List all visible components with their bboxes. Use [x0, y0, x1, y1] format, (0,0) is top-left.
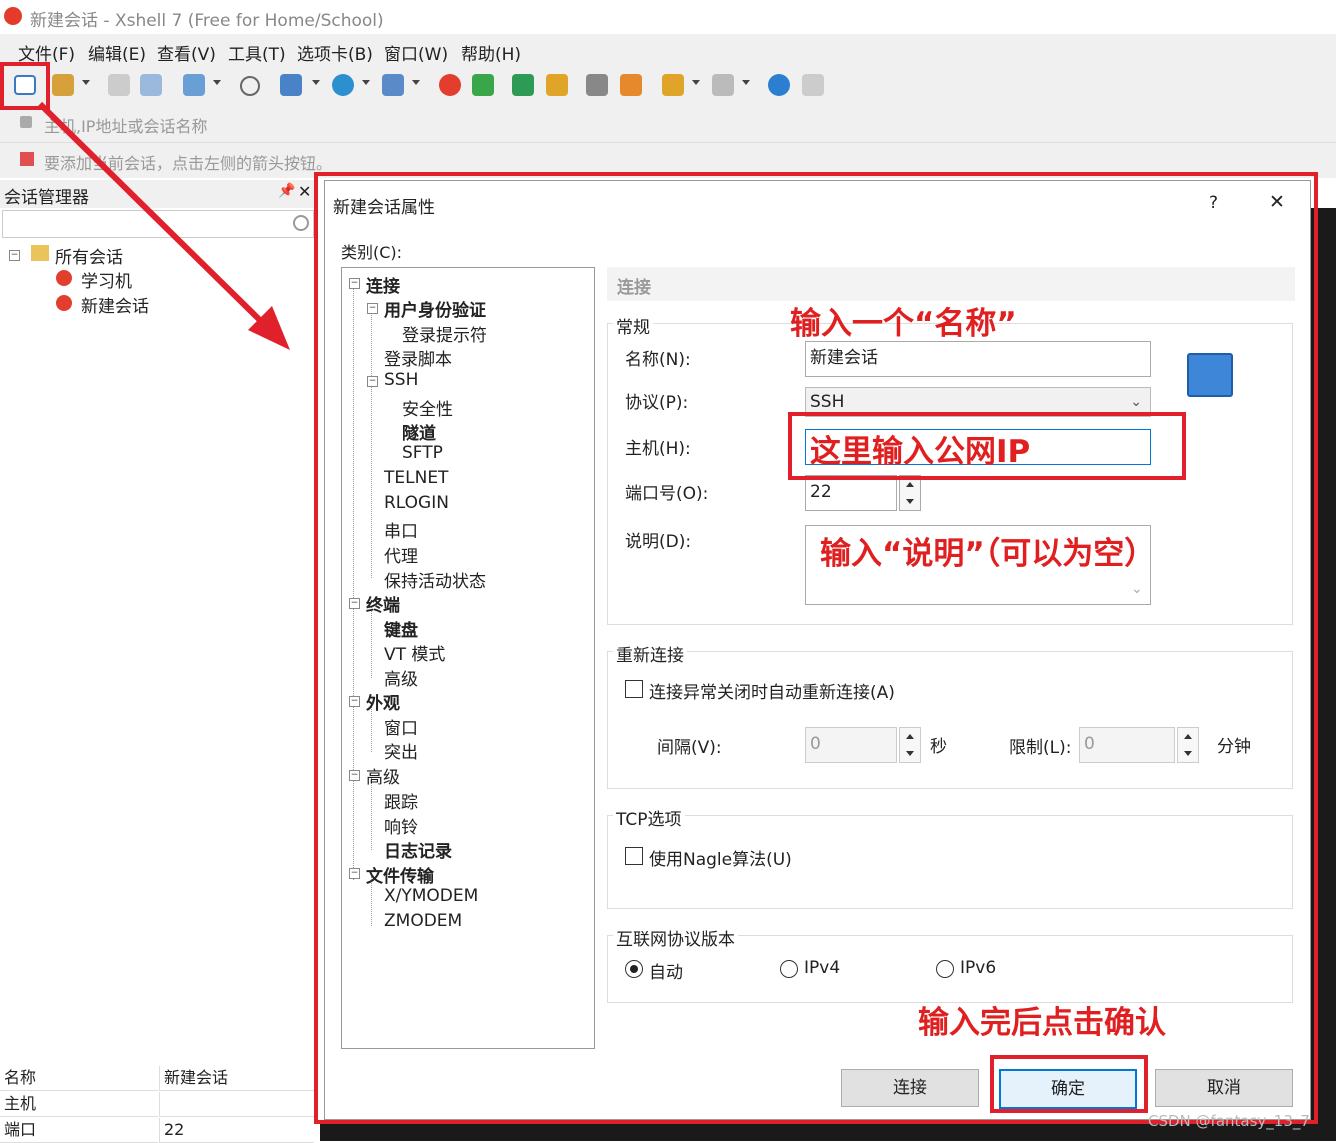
watermark: CSDN @fantasy_13_7 [1148, 1112, 1310, 1130]
annotation-confirm-hint: 输入完后点击确认 [918, 1005, 1166, 1041]
annotation-desc-hint: 输入“说明”（可以为空） [820, 536, 1156, 572]
annotation-name-hint: 输入一个“名称” [790, 306, 1017, 342]
annotation-host-hint: 这里输入公网IP [810, 434, 1031, 470]
